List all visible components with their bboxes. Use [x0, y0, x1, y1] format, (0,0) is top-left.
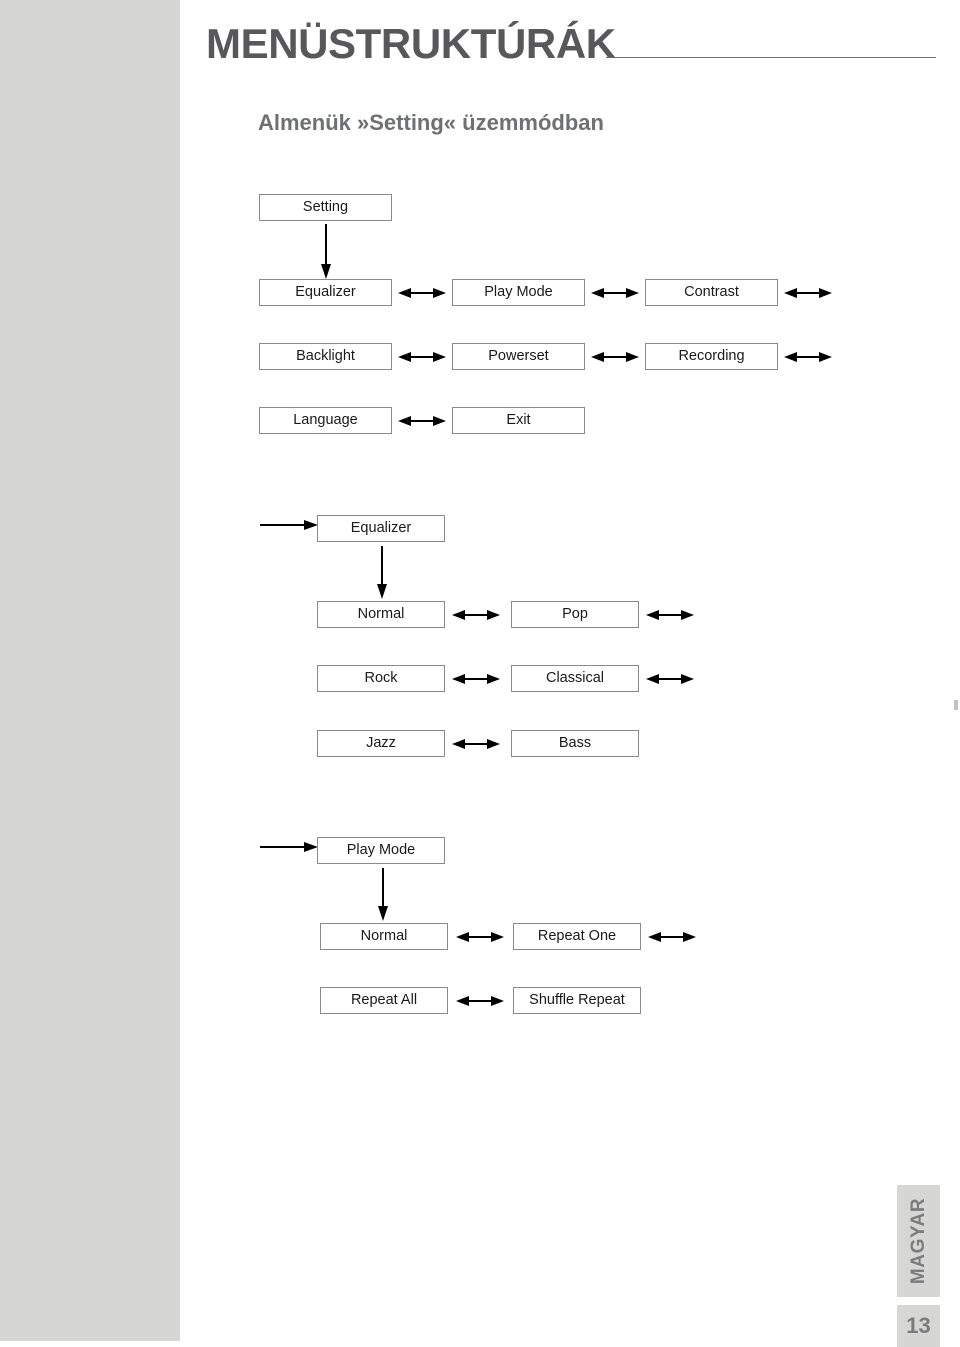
arrow-contrast-next — [784, 285, 832, 301]
node-pm-repeat-one: Repeat One — [513, 923, 641, 950]
arrow-equalizer-playmode — [398, 285, 446, 301]
arrow-backlight-powerset — [398, 349, 446, 365]
node-setting: Setting — [259, 194, 392, 221]
page-subtitle: Almenük »Setting« üzemmódban — [258, 110, 604, 135]
arrow-down-setting-to-equalizer — [319, 224, 333, 280]
language-tab-label: MAGYAR — [907, 1197, 929, 1285]
node-eq-normal: Normal — [317, 601, 445, 628]
node-exit: Exit — [452, 407, 585, 434]
node-powerset: Powerset — [452, 343, 585, 370]
left-gray-bleed-bar — [0, 0, 180, 1341]
node-eq-bass: Bass — [511, 730, 639, 757]
title-rule — [606, 57, 936, 58]
node-contrast: Contrast — [645, 279, 778, 306]
node-eq-pop: Pop — [511, 601, 639, 628]
arrow-down-equalizer-to-normal — [375, 546, 389, 600]
node-play-mode: Play Mode — [452, 279, 585, 306]
arrow-powerset-recording — [591, 349, 639, 365]
arrow-pm-repeat-one-next — [648, 929, 696, 945]
arrow-language-exit — [398, 413, 446, 429]
arrow-playmode-contrast — [591, 285, 639, 301]
arrow-eq-rock-classical — [452, 671, 500, 687]
language-tab: MAGYAR — [897, 1185, 940, 1297]
arrow-eq-classical-next — [646, 671, 694, 687]
page-number: 13 — [897, 1305, 940, 1347]
node-pm-shuffle-repeat: Shuffle Repeat — [513, 987, 641, 1014]
node-equalizer: Equalizer — [259, 279, 392, 306]
node-eq-classical: Classical — [511, 665, 639, 692]
node-backlight: Backlight — [259, 343, 392, 370]
arrow-eq-jazz-bass — [452, 736, 500, 752]
arrow-eq-normal-pop — [452, 607, 500, 623]
node-recording: Recording — [645, 343, 778, 370]
arrow-pm-repeat-all-shuffle — [456, 993, 504, 1009]
page-title: MENÜSTRUKTÚRÁK — [206, 20, 616, 67]
node-pm-normal: Normal — [320, 923, 448, 950]
arrow-pm-normal-repeat-one — [456, 929, 504, 945]
arrow-in-play-mode — [260, 840, 318, 854]
node-eq-jazz: Jazz — [317, 730, 445, 757]
node-pm-repeat-all: Repeat All — [320, 987, 448, 1014]
scan-artifact — [954, 700, 958, 710]
arrow-recording-next — [784, 349, 832, 365]
arrow-eq-pop-next — [646, 607, 694, 623]
node-equalizer-root: Equalizer — [317, 515, 445, 542]
arrow-down-playmode-to-normal — [376, 868, 390, 922]
node-play-mode-root: Play Mode — [317, 837, 445, 864]
node-language: Language — [259, 407, 392, 434]
arrow-in-equalizer — [260, 518, 318, 532]
node-eq-rock: Rock — [317, 665, 445, 692]
manual-page: MENÜSTRUKTÚRÁK Almenük »Setting« üzemmód… — [0, 0, 960, 1347]
